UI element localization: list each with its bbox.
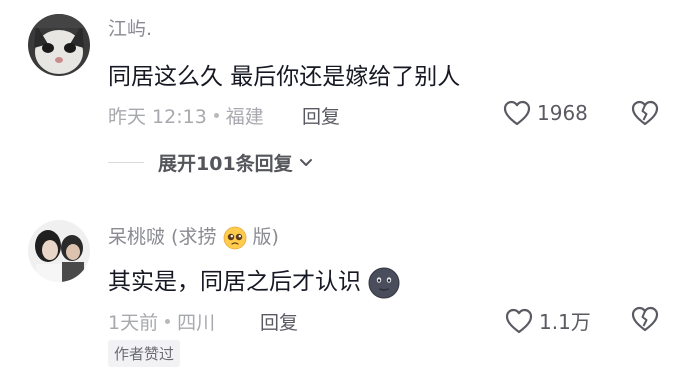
comment-time: 1天前 [108, 312, 159, 334]
comment-text-content: 其实是，同居之后才认识 [108, 269, 361, 295]
comment-location: 福建 [225, 106, 264, 128]
comment-meta: 1天前 四川 [108, 308, 215, 335]
pleading-face-emoji [223, 226, 246, 249]
dislike-button[interactable] [631, 100, 659, 130]
comment-location: 四川 [177, 312, 216, 334]
heart-outline-icon [503, 100, 531, 126]
expand-replies-button[interactable]: 展开101条回复 [108, 149, 313, 176]
username-prefix: 呆桃啵 (求捞 [108, 226, 217, 248]
broken-heart-icon [631, 100, 659, 126]
reply-button[interactable]: 回复 [302, 102, 340, 129]
like-button[interactable]: 1968 [503, 100, 588, 126]
heart-outline-icon [505, 308, 533, 333]
new-moon-face-emoji [368, 267, 400, 298]
separator-dot [165, 319, 171, 324]
like-count: 1.1万 [539, 310, 591, 334]
broken-heart-icon [631, 306, 659, 332]
separator-dot [213, 113, 219, 118]
author-liked-badge: 作者赞过 [108, 340, 181, 367]
dislike-button[interactable] [631, 306, 659, 336]
comment-meta: 昨天 12:13 福建 [108, 102, 264, 129]
comment-text: 其实是，同居之后才认识 [108, 262, 400, 299]
avatar[interactable] [28, 14, 90, 76]
avatar[interactable] [28, 220, 90, 282]
like-count: 1968 [537, 101, 588, 125]
comment-text: 同居这么久 最后你还是嫁给了别人 [108, 64, 461, 90]
chevron-down-icon [299, 158, 312, 166]
username-suffix: 版) [252, 226, 279, 248]
like-button[interactable]: 1.1万 [505, 306, 591, 335]
username[interactable]: 呆桃啵 (求捞 版) [108, 222, 279, 250]
divider-line [108, 161, 144, 164]
comment-time: 昨天 12:13 [108, 106, 207, 128]
expand-replies-label: 展开101条回复 [158, 153, 293, 175]
username[interactable]: 江屿. [108, 14, 152, 41]
reply-button[interactable]: 回复 [260, 308, 298, 335]
